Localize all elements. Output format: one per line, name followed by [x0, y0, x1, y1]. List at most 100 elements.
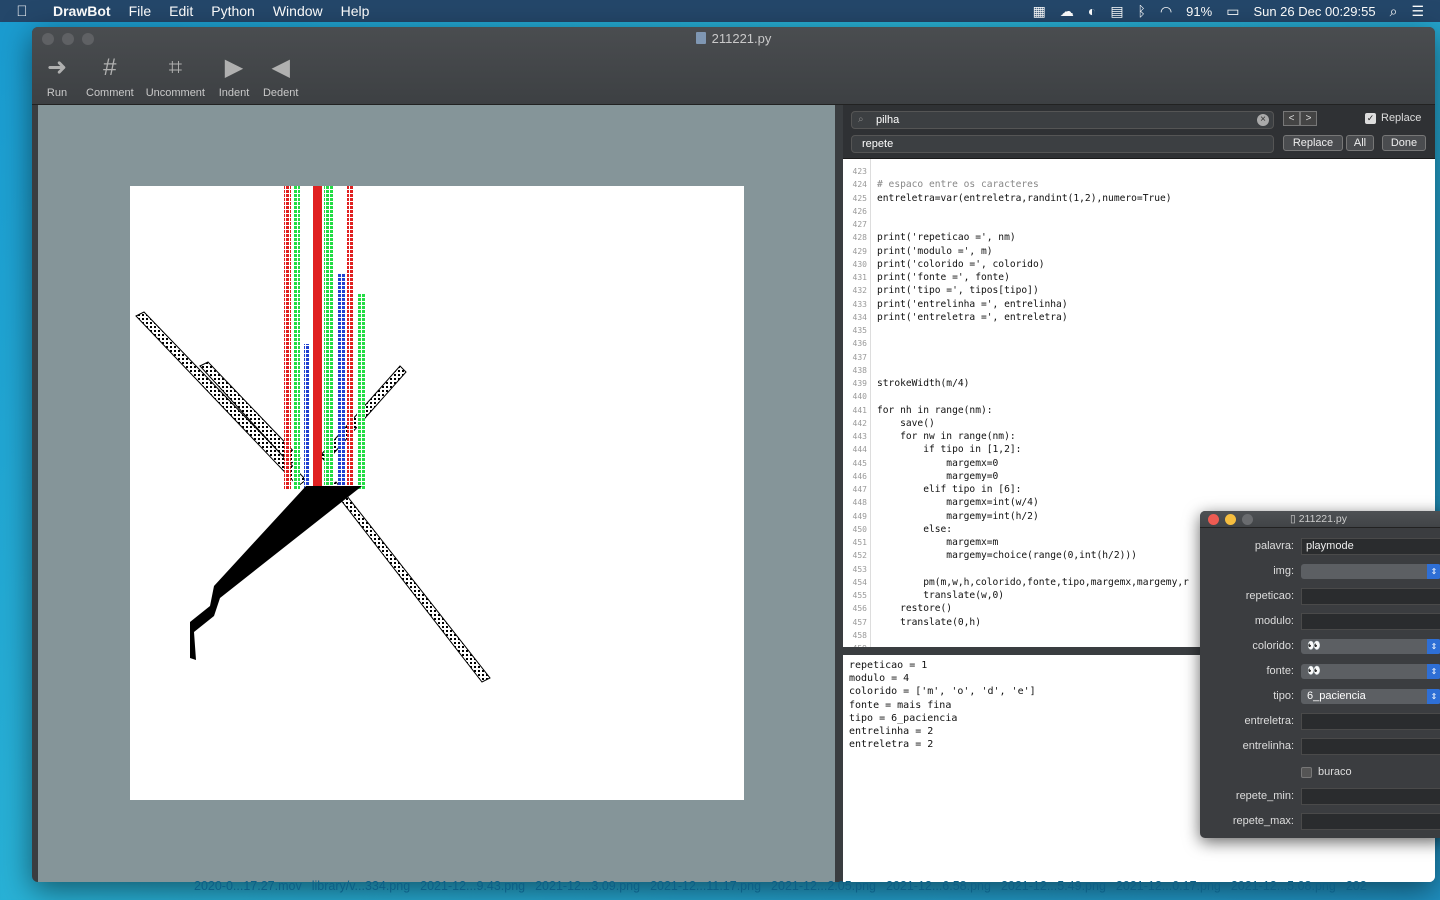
next-match-button[interactable]: >	[1300, 111, 1317, 126]
code-line[interactable]: 425 entreletra=var(entreletra,randint(1,2…	[843, 192, 1435, 205]
line-number: 425	[852, 193, 867, 203]
desktop-file[interactable]: 2021-12...9.43.png	[420, 879, 525, 893]
code-line[interactable]: 442 save()	[843, 417, 1435, 430]
code-line[interactable]: 445 margemx=0	[843, 457, 1435, 470]
variable-field[interactable]: playmode	[1301, 538, 1440, 555]
hash-icon: #	[103, 54, 117, 81]
code-line[interactable]: 434 print('entreletra =', entreletra)	[843, 311, 1435, 324]
uncomment-button[interactable]: ⌗ Uncomment	[146, 53, 205, 99]
code-line[interactable]: 446 margemy=0	[843, 470, 1435, 483]
code-line[interactable]: 431 print('fonte =', fonte)	[843, 271, 1435, 284]
desktop-file[interactable]: 2021-12...2.05.png	[771, 879, 876, 893]
line-number: 439	[852, 379, 867, 388]
menu-file[interactable]: File	[120, 3, 161, 19]
code-line[interactable]: 423	[843, 165, 1435, 178]
variable-popup[interactable]: ⇕	[1301, 564, 1440, 579]
menu-window[interactable]: Window	[264, 3, 332, 19]
replace-all-button[interactable]: All	[1346, 135, 1374, 151]
control-center-icon[interactable]: ☰	[1411, 3, 1424, 20]
variable-popup[interactable]: 👀 ⇕	[1301, 639, 1440, 654]
clear-search-icon[interactable]: ×	[1257, 114, 1269, 126]
line-number: 457	[852, 617, 867, 627]
desktop-file[interactable]: 2021-12...6.58.png	[886, 879, 991, 893]
variable-popup[interactable]: 6_paciencia ⇕	[1301, 689, 1440, 704]
code-line[interactable]: 435	[843, 324, 1435, 337]
dedent-button[interactable]: ◀ Dedent	[263, 53, 298, 99]
desktop-file[interactable]: 2021-12...11.17.png	[650, 879, 761, 893]
bluetooth-icon[interactable]: ᛒ	[1138, 3, 1146, 19]
previous-match-button[interactable]: <	[1283, 111, 1300, 126]
run-button[interactable]: ➜ Run	[40, 53, 74, 99]
line-number: 444	[852, 445, 867, 455]
replace-input[interactable]: repete	[851, 135, 1274, 153]
code-line[interactable]: 436	[843, 337, 1435, 350]
preview-pane[interactable]	[38, 105, 835, 882]
variable-label: repeticao:	[1245, 590, 1294, 602]
code-line[interactable]: 447 elif tipo in [6]:	[843, 483, 1435, 496]
variable-field[interactable]	[1301, 788, 1440, 805]
code-line[interactable]: 437	[843, 351, 1435, 364]
variable-field[interactable]	[1301, 738, 1440, 755]
variables-title: ▯ 211221.py	[1290, 513, 1347, 525]
status-icon[interactable]: ▦	[1033, 3, 1046, 20]
checkbox-label: buraco	[1318, 766, 1352, 778]
clock[interactable]: Sun 26 Dec 00:29:55	[1253, 4, 1375, 19]
variable-field[interactable]	[1301, 813, 1440, 830]
replace-button[interactable]: Replace	[1283, 135, 1343, 151]
code-line[interactable]: 433 print('entrelinha =', entrelinha)	[843, 298, 1435, 311]
desktop-file[interactable]: 2021-12...0.17.png	[1116, 879, 1221, 893]
menu-help[interactable]: Help	[332, 3, 379, 19]
menu-python[interactable]: Python	[202, 3, 264, 19]
code-line[interactable]: 439 strokeWidth(m/4)	[843, 377, 1435, 390]
minimize-button[interactable]	[1225, 514, 1236, 525]
zoom-button[interactable]	[1242, 514, 1253, 525]
menu-edit[interactable]: Edit	[160, 3, 202, 19]
variable-field[interactable]	[1301, 713, 1440, 730]
code-line[interactable]: 430 print('colorido =', colorido)	[843, 258, 1435, 271]
code-text: margemx=int(w/4)	[877, 497, 1039, 509]
code-line[interactable]: 427	[843, 218, 1435, 231]
buraco-checkbox[interactable]: buraco	[1301, 766, 1352, 778]
cloud-icon[interactable]: ☁	[1060, 3, 1074, 20]
code-line[interactable]: 444 if tipo in [1,2]:	[843, 443, 1435, 456]
desktop-file[interactable]: 202	[1346, 879, 1367, 893]
variable-label: img:	[1273, 565, 1294, 577]
variable-popup[interactable]: 👀 ⇕	[1301, 664, 1440, 679]
code-text: print('entrelinha =', entrelinha)	[877, 298, 1068, 310]
vertical-splitter[interactable]	[835, 105, 843, 882]
desktop-file[interactable]: 2021-12...5.08.png	[1231, 879, 1336, 893]
calendar-icon[interactable]: ▤	[1110, 3, 1123, 20]
desktop-file[interactable]: library/v...334.png	[312, 879, 410, 893]
indent-button[interactable]: ▶ Indent	[217, 53, 251, 99]
code-line[interactable]: 424 # espaco entre os caracteres	[843, 178, 1435, 191]
code-line[interactable]: 432 print('tipo =', tipos[tipo])	[843, 284, 1435, 297]
apple-icon[interactable]: 	[0, 3, 44, 20]
comment-button[interactable]: # Comment	[86, 53, 134, 99]
desktop-file[interactable]: 2021-12...5.49.png	[1001, 879, 1106, 893]
close-button[interactable]	[1208, 514, 1219, 525]
contrast-icon[interactable]: ◐	[1088, 3, 1096, 19]
code-text: for nh in range(nm):	[877, 404, 993, 416]
search-input[interactable]: ⌕ pilha ×	[851, 111, 1274, 129]
code-line[interactable]: 428 print('repeticao =', nm)	[843, 231, 1435, 244]
variable-field[interactable]	[1301, 613, 1440, 630]
code-line[interactable]: 429 print('modulo =', m)	[843, 245, 1435, 258]
code-line[interactable]: 438	[843, 364, 1435, 377]
code-line[interactable]: 448 margemx=int(w/4)	[843, 496, 1435, 509]
wifi-icon[interactable]: ◠	[1160, 3, 1172, 20]
variable-row: palavra: playmode	[1200, 538, 1440, 556]
red-bar	[347, 186, 354, 490]
battery-icon[interactable]: ▭	[1226, 3, 1239, 20]
code-line[interactable]: 443 for nw in range(nm):	[843, 430, 1435, 443]
replace-toggle[interactable]: ✓ Replace	[1365, 112, 1421, 124]
done-button[interactable]: Done	[1382, 135, 1426, 151]
variable-field[interactable]	[1301, 588, 1440, 605]
menu-drawbot[interactable]: DrawBot	[44, 3, 120, 19]
code-line[interactable]: 441 for nh in range(nm):	[843, 404, 1435, 417]
chevron-updown-icon: ⇕	[1427, 664, 1440, 679]
spotlight-search-icon[interactable]: ⌕	[1390, 3, 1398, 20]
desktop-file[interactable]: 2021-12...3.09.png	[535, 879, 640, 893]
code-line[interactable]: 426	[843, 205, 1435, 218]
code-line[interactable]: 440	[843, 390, 1435, 403]
desktop-file[interactable]: 2020-0...17.27.mov	[194, 879, 302, 893]
